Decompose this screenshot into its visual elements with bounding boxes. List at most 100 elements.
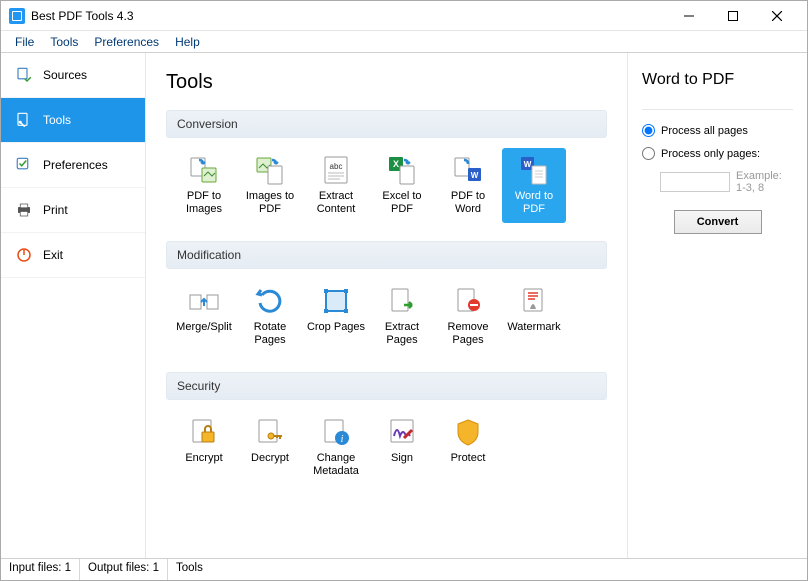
section-conversion: Conversion PDF to Images Images to PDF a… <box>166 110 607 227</box>
sidebar-item-exit[interactable]: Exit <box>1 233 145 278</box>
status-output-files: Output files: 1 <box>80 559 168 580</box>
svg-text:W: W <box>524 160 532 169</box>
status-context: Tools <box>168 559 807 580</box>
menubar: File Tools Preferences Help <box>1 31 807 53</box>
tool-merge-split[interactable]: Merge/Split <box>172 279 236 354</box>
tool-label: Protect <box>451 452 486 465</box>
tool-label: Sign <box>391 452 413 465</box>
tool-decrypt[interactable]: Decrypt <box>238 410 302 485</box>
section-heading: Conversion <box>166 110 607 138</box>
page-title: Tools <box>166 71 607 94</box>
pages-input[interactable] <box>660 172 730 192</box>
sidebar-item-preferences[interactable]: Preferences <box>1 143 145 188</box>
tool-label: Extract Pages <box>372 321 432 346</box>
sidebar-item-sources[interactable]: Sources <box>1 53 145 98</box>
preferences-icon <box>15 156 33 174</box>
svg-text:X: X <box>393 159 399 169</box>
sidebar-item-tools[interactable]: Tools <box>1 98 145 143</box>
tool-change-metadata[interactable]: i Change Metadata <box>304 410 368 485</box>
section-modification: Modification Merge/Split Rotate Pages Cr… <box>166 241 607 358</box>
tool-label: Word to PDF <box>504 190 564 215</box>
maximize-icon <box>728 11 738 21</box>
menu-file[interactable]: File <box>7 33 42 51</box>
tool-excel-to-pdf[interactable]: X Excel to PDF <box>370 148 434 223</box>
sign-icon <box>386 416 418 448</box>
minimize-icon <box>684 11 694 21</box>
tool-extract-content[interactable]: abc Extract Content <box>304 148 368 223</box>
section-heading: Security <box>166 372 607 400</box>
tool-label: Images to PDF <box>240 190 300 215</box>
option-process-only[interactable]: Process only pages: <box>642 147 793 160</box>
tool-sign[interactable]: Sign <box>370 410 434 485</box>
divider <box>642 109 793 110</box>
tool-label: Encrypt <box>185 452 222 465</box>
rotate-icon <box>254 285 286 317</box>
section-security: Security Encrypt Decrypt i Change Metada… <box>166 372 607 489</box>
crop-icon <box>320 285 352 317</box>
tool-label: Decrypt <box>251 452 289 465</box>
tool-label: PDF to Images <box>174 190 234 215</box>
tool-protect[interactable]: Protect <box>436 410 500 485</box>
tool-encrypt[interactable]: Encrypt <box>172 410 236 485</box>
main-panel: Tools Conversion PDF to Images Images to… <box>146 53 627 558</box>
watermark-icon <box>518 285 550 317</box>
merge-split-icon <box>188 285 220 317</box>
decrypt-icon <box>254 416 286 448</box>
tools-icon <box>15 111 33 129</box>
tool-extract-pages[interactable]: Extract Pages <box>370 279 434 354</box>
options-title: Word to PDF <box>642 71 793 89</box>
shield-icon <box>452 416 484 448</box>
close-button[interactable] <box>755 2 799 30</box>
tool-remove-pages[interactable]: Remove Pages <box>436 279 500 354</box>
svg-text:abc: abc <box>330 162 343 171</box>
tool-label: PDF to Word <box>438 190 498 215</box>
close-icon <box>772 11 782 21</box>
sidebar-item-label: Tools <box>43 113 71 127</box>
sidebar-item-label: Exit <box>43 248 63 262</box>
app-icon <box>9 8 25 24</box>
tool-crop-pages[interactable]: Crop Pages <box>304 279 368 354</box>
option-label: Process all pages <box>661 125 748 137</box>
sources-icon <box>15 66 33 84</box>
convert-button[interactable]: Convert <box>674 210 762 234</box>
statusbar: Input files: 1 Output files: 1 Tools <box>1 558 807 580</box>
titlebar: Best PDF Tools 4.3 <box>1 1 807 31</box>
tool-pdf-to-word[interactable]: W PDF to Word <box>436 148 500 223</box>
sidebar-item-print[interactable]: Print <box>1 188 145 233</box>
radio-process-only[interactable] <box>642 147 655 160</box>
option-label: Process only pages: <box>661 148 760 160</box>
excel-to-pdf-icon: X <box>386 154 418 186</box>
sidebar-item-label: Print <box>43 203 68 217</box>
tool-label: Extract Content <box>306 190 366 215</box>
menu-help[interactable]: Help <box>167 33 208 51</box>
tool-rotate-pages[interactable]: Rotate Pages <box>238 279 302 354</box>
svg-text:i: i <box>341 434 344 445</box>
exit-icon <box>15 246 33 264</box>
tool-pdf-to-images[interactable]: PDF to Images <box>172 148 236 223</box>
tool-watermark[interactable]: Watermark <box>502 279 566 354</box>
radio-process-all[interactable] <box>642 124 655 137</box>
option-process-all[interactable]: Process all pages <box>642 124 793 137</box>
tool-label: Watermark <box>507 321 560 334</box>
sidebar-item-label: Sources <box>43 68 87 82</box>
tool-label: Crop Pages <box>307 321 365 334</box>
maximize-button[interactable] <box>711 2 755 30</box>
tool-label: Excel to PDF <box>372 190 432 215</box>
extract-pages-icon <box>386 285 418 317</box>
options-panel: Word to PDF Process all pages Process on… <box>627 53 807 558</box>
images-to-pdf-icon <box>254 154 286 186</box>
tool-images-to-pdf[interactable]: Images to PDF <box>238 148 302 223</box>
pdf-to-word-icon: W <box>452 154 484 186</box>
pdf-to-images-icon <box>188 154 220 186</box>
window-title: Best PDF Tools 4.3 <box>31 9 667 23</box>
metadata-icon: i <box>320 416 352 448</box>
tool-label: Rotate Pages <box>240 321 300 346</box>
menu-preferences[interactable]: Preferences <box>86 33 167 51</box>
tool-label: Remove Pages <box>438 321 498 346</box>
minimize-button[interactable] <box>667 2 711 30</box>
menu-tools[interactable]: Tools <box>42 33 86 51</box>
tool-word-to-pdf[interactable]: W Word to PDF <box>502 148 566 223</box>
section-heading: Modification <box>166 241 607 269</box>
word-to-pdf-icon: W <box>518 154 550 186</box>
tool-label: Change Metadata <box>306 452 366 477</box>
